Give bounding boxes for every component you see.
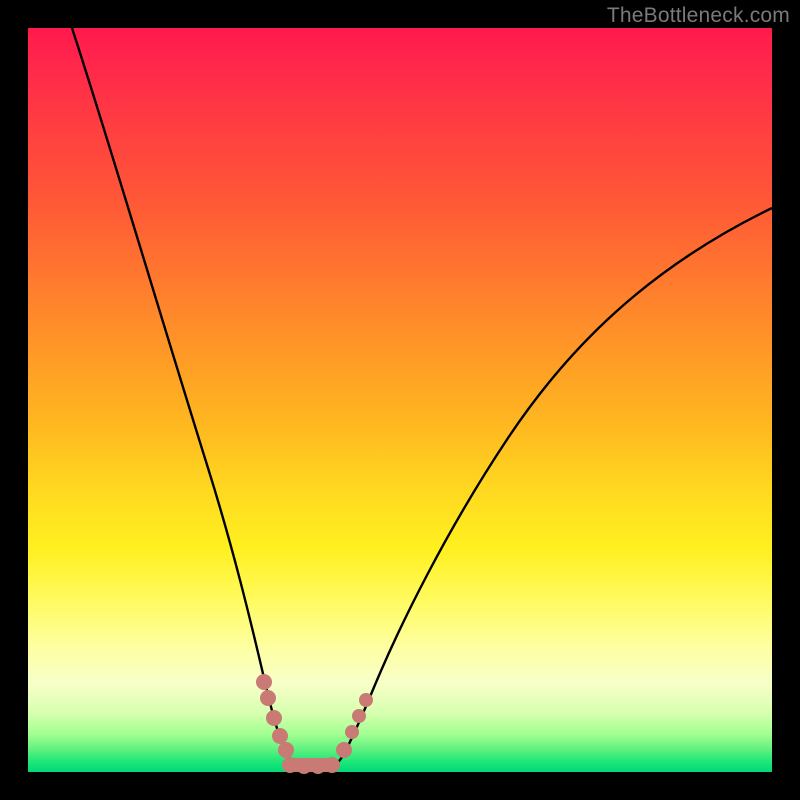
- bottleneck-curve: [72, 28, 772, 768]
- plot-area: [28, 28, 772, 772]
- chart-frame: TheBottleneck.com: [0, 0, 800, 800]
- curve-layer: [28, 28, 772, 772]
- watermark-text: TheBottleneck.com: [607, 4, 790, 28]
- minimum-region-markers: [256, 674, 373, 774]
